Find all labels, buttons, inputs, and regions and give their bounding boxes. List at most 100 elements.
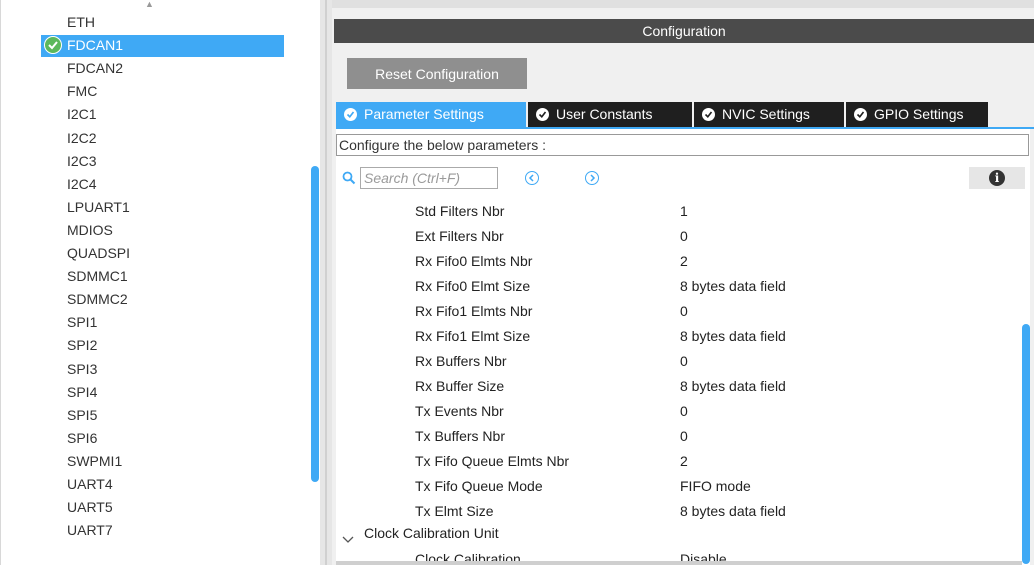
peripheral-item-eth[interactable]: ETH [41, 12, 284, 34]
param-name: Tx Buffers Nbr [415, 428, 505, 444]
param-row[interactable]: Rx Fifo1 Elmt Size 8 bytes data field [336, 324, 1016, 349]
peripheral-label: ETH [67, 14, 95, 30]
param-name: Tx Events Nbr [415, 403, 504, 419]
peripheral-label: SPI5 [67, 406, 98, 423]
param-row[interactable]: Tx Fifo Queue Elmts Nbr 2 [336, 449, 1016, 474]
peripheral-item-spi3[interactable]: SPI3 [41, 359, 284, 381]
peripheral-item-mdios[interactable]: MDIOS [41, 220, 284, 242]
tab-label: Parameter Settings [364, 106, 484, 122]
peripheral-label: I2C1 [67, 106, 97, 123]
param-row[interactable]: Rx Buffer Size 8 bytes data field [336, 374, 1016, 399]
peripheral-item-uart5[interactable]: UART5 [41, 497, 284, 519]
peripheral-item-sdmmc1[interactable]: SDMMC1 [41, 266, 284, 288]
peripheral-item-spi6[interactable]: SPI6 [41, 428, 284, 450]
param-name: Tx Fifo Queue Elmts Nbr [415, 453, 570, 469]
peripheral-label: I2C4 [67, 175, 97, 192]
peripheral-item-i2c3[interactable]: I2C3 [41, 151, 284, 173]
tab-user-constants[interactable]: User Constants [528, 102, 692, 127]
peripheral-label: UART5 [67, 499, 113, 516]
peripheral-label: QUADSPI [67, 245, 131, 261]
check-circle-icon [702, 108, 715, 121]
peripheral-label: FDCAN2 [67, 60, 124, 77]
param-row[interactable]: Rx Buffers Nbr 0 [336, 349, 1016, 374]
peripheral-item-quadspi[interactable]: QUADSPI [41, 243, 284, 265]
top-bar [332, 0, 1034, 8]
peripheral-item-fdcan2[interactable]: FDCAN2 [41, 58, 284, 80]
peripheral-label: SPI1 [67, 314, 98, 331]
peripheral-item-sdmmc2[interactable]: SDMMC2 [41, 289, 284, 311]
peripheral-item-fmc[interactable]: FMC [41, 81, 284, 103]
peripheral-label: UART4 [67, 476, 113, 492]
check-circle-icon [344, 108, 357, 121]
peripheral-item-lpuart1[interactable]: LPUART1 [41, 197, 284, 219]
chevron-right-circle-icon[interactable] [585, 171, 599, 185]
peripheral-item-spi5[interactable]: SPI5 [41, 405, 284, 427]
tab-label: GPIO Settings [874, 106, 964, 122]
check-circle-icon [854, 108, 867, 121]
param-row[interactable]: Rx Fifo1 Elmts Nbr 0 [336, 299, 1016, 324]
param-value[interactable]: 0 [680, 424, 688, 449]
configuration-panel: Configuration Reset Configuration Parame… [332, 0, 1034, 565]
param-value[interactable]: 2 [680, 449, 688, 474]
search-input[interactable] [360, 167, 498, 189]
peripheral-label: SDMMC2 [67, 291, 128, 308]
param-value[interactable]: 0 [680, 299, 688, 324]
peripheral-item-swpmi1[interactable]: SWPMI1 [41, 451, 284, 473]
param-value[interactable]: 8 bytes data field [680, 274, 786, 299]
param-name: Ext Filters Nbr [415, 228, 504, 244]
param-value[interactable]: 0 [680, 224, 688, 249]
parameter-scrollbar[interactable] [1022, 324, 1030, 564]
panel-splitter[interactable] [320, 0, 332, 565]
search-icon[interactable] [342, 171, 356, 188]
check-circle-icon [536, 108, 549, 121]
param-name: Rx Fifo1 Elmts Nbr [415, 303, 533, 319]
param-row[interactable]: Rx Fifo0 Elmt Size 8 bytes data field [336, 274, 1016, 299]
peripheral-item-spi4[interactable]: SPI4 [41, 382, 284, 404]
splitter-line [325, 0, 327, 565]
param-name: Tx Fifo Queue Mode [415, 478, 543, 494]
peripheral-label: SPI6 [67, 429, 98, 446]
param-row[interactable]: Ext Filters Nbr 0 [336, 224, 1016, 249]
peripheral-item-i2c1[interactable]: I2C1 [41, 104, 284, 126]
info-button[interactable]: i [969, 167, 1025, 189]
param-name: Rx Buffer Size [415, 378, 505, 394]
param-row[interactable]: Rx Fifo0 Elmts Nbr 2 [336, 249, 1016, 274]
param-value[interactable]: 8 bytes data field [680, 374, 786, 399]
peripheral-item-i2c4[interactable]: I2C4 [41, 174, 284, 196]
group-clock-calibration-unit[interactable]: Clock Calibration Unit [336, 521, 1016, 546]
peripheral-item-i2c2[interactable]: I2C2 [41, 128, 284, 150]
configuration-header: Configuration [334, 19, 1034, 43]
param-value[interactable]: 2 [680, 249, 688, 274]
param-row[interactable]: Tx Fifo Queue Mode FIFO mode [336, 474, 1016, 499]
peripheral-item-fdcan1[interactable]: FDCAN1 [41, 35, 284, 58]
param-value[interactable]: FIFO mode [680, 474, 751, 499]
param-value[interactable]: 0 [680, 399, 688, 424]
peripheral-label: SPI2 [67, 337, 98, 354]
peripheral-label: FDCAN1 [67, 37, 124, 54]
peripheral-item-spi2[interactable]: SPI2 [41, 335, 284, 357]
param-row[interactable]: Tx Buffers Nbr 0 [336, 424, 1016, 449]
peripheral-item-uart7[interactable]: UART7 [41, 520, 284, 542]
peripheral-list-scrollbar[interactable] [311, 166, 319, 482]
tab-parameter-settings[interactable]: Parameter Settings [336, 102, 526, 127]
param-name: Rx Buffers Nbr [415, 353, 507, 369]
check-circle-icon [44, 36, 62, 55]
param-value[interactable]: 0 [680, 349, 688, 374]
tab-nvic-settings[interactable]: NVIC Settings [694, 102, 844, 127]
peripheral-item-uart4[interactable]: UART4 [41, 474, 284, 496]
chevron-left-circle-icon[interactable] [525, 171, 539, 185]
param-value[interactable]: 1 [680, 199, 688, 224]
peripheral-item-spi1[interactable]: SPI1 [41, 312, 284, 334]
param-row[interactable]: Std Filters Nbr 1 [336, 199, 1016, 224]
param-name: Std Filters Nbr [415, 203, 505, 219]
tab-gpio-settings[interactable]: GPIO Settings [846, 102, 988, 127]
peripheral-label: I2C3 [67, 152, 97, 169]
peripheral-label: LPUART1 [67, 198, 130, 215]
scroll-up-icon[interactable]: ▲ [145, 0, 154, 9]
tab-label: User Constants [556, 106, 653, 122]
info-icon: i [989, 170, 1005, 186]
param-value[interactable]: 8 bytes data field [680, 324, 786, 349]
peripheral-label: SDMMC1 [67, 268, 128, 285]
reset-configuration-button[interactable]: Reset Configuration [347, 58, 527, 89]
param-row[interactable]: Tx Events Nbr 0 [336, 399, 1016, 424]
